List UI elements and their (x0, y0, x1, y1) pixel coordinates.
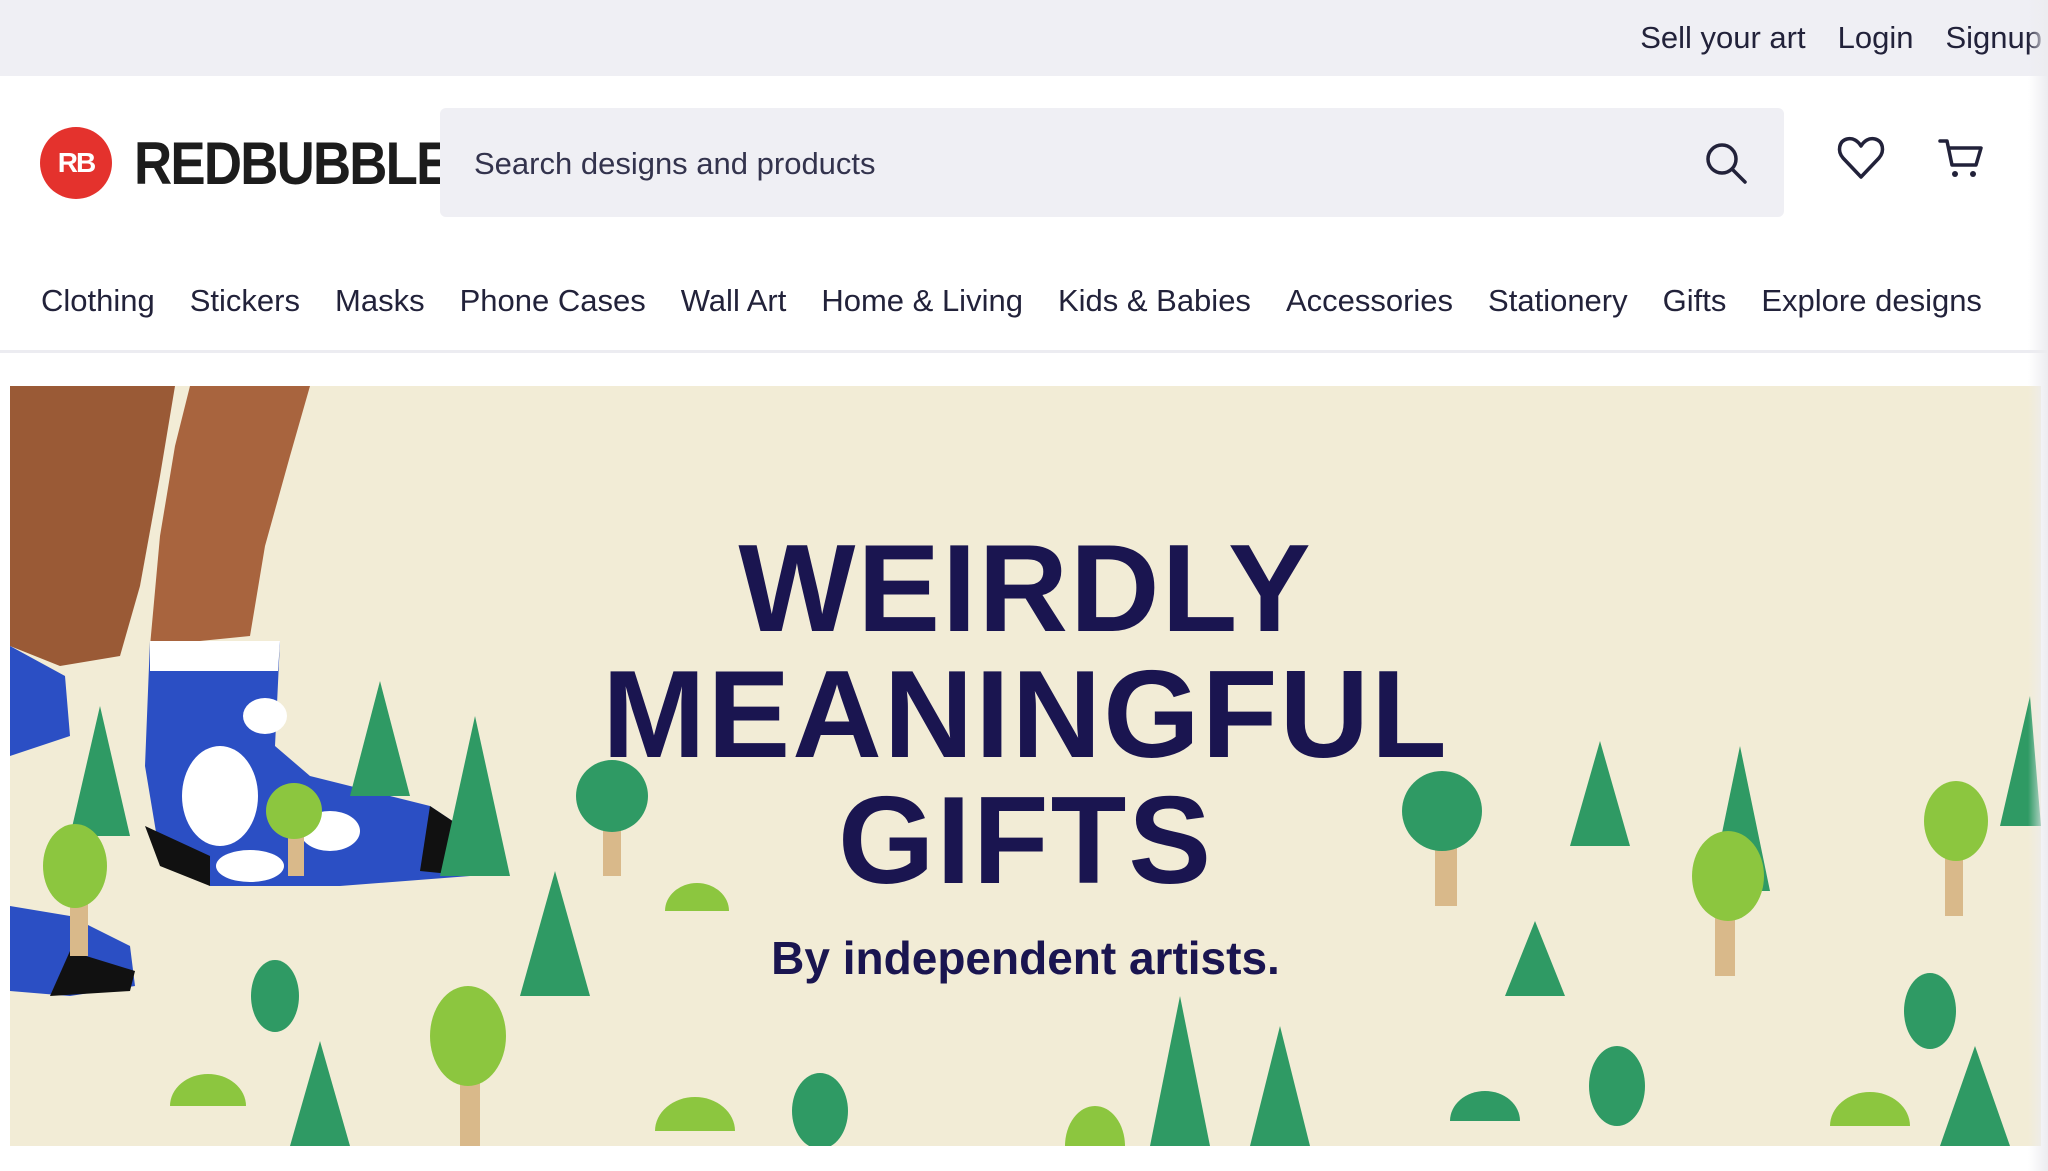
scroll-shadow (2028, 0, 2048, 1171)
nav-item-wall-art[interactable]: Wall Art (681, 283, 787, 319)
logo-mark: RB (40, 127, 112, 199)
search-bar (440, 108, 1784, 219)
hero-subtitle: By independent artists. (771, 932, 1280, 984)
hero-title-line3: GIFTS (837, 772, 1214, 910)
main-header: RB REDBUBBLE (0, 76, 2048, 236)
search-input[interactable] (472, 108, 1676, 219)
hero-title-line2: MEANINGFUL (602, 646, 1449, 784)
top-links: Sell your art Login Signup (1640, 0, 2042, 76)
cart-icon[interactable] (1936, 133, 1986, 183)
nav-item-explore-designs[interactable]: Explore designs (1761, 283, 1982, 319)
sell-your-art-link[interactable]: Sell your art (1640, 20, 1805, 56)
nav-item-phone-cases[interactable]: Phone Cases (460, 283, 646, 319)
hero-banner[interactable]: WEIRDLY MEANINGFUL GIFTS By independent … (10, 386, 2041, 1146)
logo[interactable]: RB REDBUBBLE (40, 127, 493, 199)
nav-item-masks[interactable]: Masks (335, 283, 425, 319)
nav-item-home-living[interactable]: Home & Living (821, 283, 1023, 319)
nav-item-gifts[interactable]: Gifts (1663, 283, 1727, 319)
nav-item-clothing[interactable]: Clothing (41, 283, 155, 319)
search-icon[interactable] (1704, 141, 1748, 185)
nav-item-accessories[interactable]: Accessories (1286, 283, 1453, 319)
logo-wordmark: REDBUBBLE (134, 129, 451, 197)
login-link[interactable]: Login (1838, 20, 1914, 56)
hero-title-line1: WEIRDLY (738, 520, 1313, 658)
heart-icon[interactable] (1836, 133, 1886, 183)
hero-text: WEIRDLY MEANINGFUL GIFTS By independent … (10, 386, 2041, 1146)
nav-item-kids-babies[interactable]: Kids & Babies (1058, 283, 1251, 319)
category-nav: Clothing Stickers Masks Phone Cases Wall… (0, 258, 2048, 353)
top-utility-bar: Sell your art Login Signup (0, 0, 2048, 76)
nav-item-stationery[interactable]: Stationery (1488, 283, 1628, 319)
nav-item-stickers[interactable]: Stickers (190, 283, 300, 319)
